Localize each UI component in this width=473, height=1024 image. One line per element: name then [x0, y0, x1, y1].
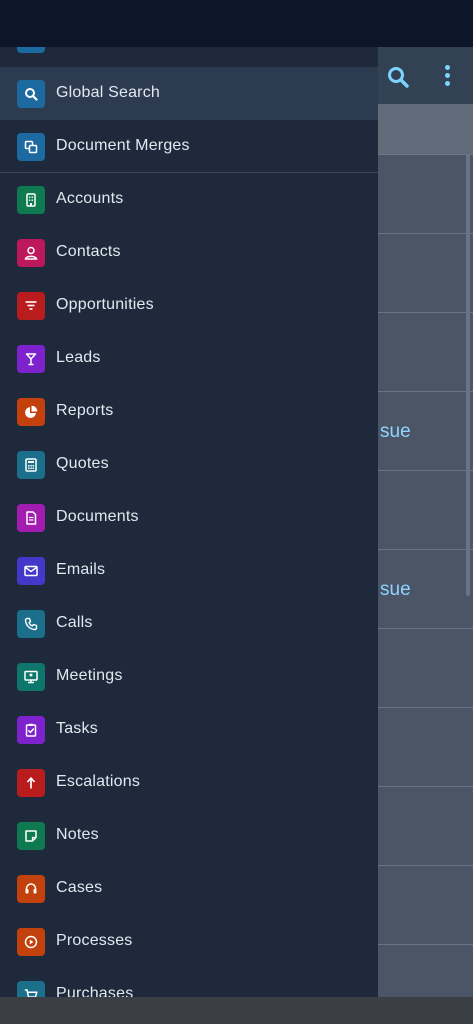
list-item[interactable]	[378, 629, 473, 708]
list-item[interactable]	[378, 787, 473, 866]
menu-item-label: Documents	[56, 508, 139, 525]
search-icon[interactable]	[386, 65, 410, 89]
envelope-icon	[17, 557, 45, 585]
menu-item-meetings[interactable]: Meetings	[0, 650, 378, 703]
menu-item-label: Opportunities	[56, 296, 154, 313]
menu-item-quotes[interactable]: Quotes	[0, 438, 378, 491]
menu-item-label: Escalations	[56, 773, 141, 790]
building-icon	[17, 186, 45, 214]
menu-item-label: Contacts	[56, 243, 121, 260]
cocktail-icon	[17, 345, 45, 373]
menu-item-notes[interactable]: Notes	[0, 809, 378, 862]
menu-item-leads[interactable]: Leads	[0, 332, 378, 385]
menu-item-label: Cases	[56, 879, 103, 896]
list-item[interactable]	[378, 155, 473, 234]
clipboard-check-icon	[17, 716, 45, 744]
menu-item-label: Purchases	[56, 985, 134, 997]
menu-item-escalations[interactable]: Escalations	[0, 756, 378, 809]
menu-item-label: Accounts	[56, 190, 124, 207]
list-item[interactable]	[378, 866, 473, 945]
menu-item-label: Reports	[56, 402, 114, 419]
document-icon	[17, 504, 45, 532]
menu-item-label: Global Search	[56, 84, 160, 101]
sticky-note-icon	[17, 822, 45, 850]
list-item-text: sue	[380, 421, 411, 442]
menu-item-accounts[interactable]: Accounts	[0, 173, 378, 226]
menu-item-label: Emails	[56, 561, 106, 578]
list-item[interactable]	[378, 234, 473, 313]
menu-item-cases[interactable]: Cases	[0, 862, 378, 915]
list-item[interactable]	[378, 708, 473, 787]
menu-item-label: Notes	[56, 826, 99, 843]
app-subheader	[378, 104, 473, 155]
menu-item-label: Processes	[56, 932, 133, 949]
presentation-icon	[17, 663, 45, 691]
pie-chart-icon	[17, 398, 45, 426]
phone-icon	[17, 610, 45, 638]
user-icon	[17, 239, 45, 267]
menu-item-label: Meetings	[56, 667, 123, 684]
scrollbar[interactable]	[466, 154, 470, 596]
menu-item-global-search[interactable]: Global Search	[0, 67, 378, 120]
menu-item-label: Document Merges	[56, 137, 190, 154]
menu-item-opportunities[interactable]: Opportunities	[0, 279, 378, 332]
arrow-up-icon	[17, 769, 45, 797]
list-item[interactable]	[378, 471, 473, 550]
calculator-icon	[17, 451, 45, 479]
navigation-drawer: Global Search Document Merges Accounts C…	[0, 47, 378, 997]
play-circle-icon	[17, 928, 45, 956]
app-header	[378, 47, 473, 104]
list-item[interactable]: sue	[378, 392, 473, 471]
cart-icon	[17, 981, 45, 997]
menu-item-tasks[interactable]: Tasks	[0, 703, 378, 756]
menu-item-processes[interactable]: Processes	[0, 915, 378, 968]
menu-item-label: Leads	[56, 349, 101, 366]
headset-icon	[17, 875, 45, 903]
list-item[interactable]: sue	[378, 550, 473, 629]
menu-item-documents[interactable]: Documents	[0, 491, 378, 544]
menu-item-label: Tasks	[56, 720, 98, 737]
search-icon	[17, 80, 45, 108]
filter-icon	[17, 292, 45, 320]
menu-item-label: Quotes	[56, 455, 109, 472]
more-options-icon[interactable]	[442, 65, 452, 89]
list-item-text: sue	[380, 579, 411, 600]
menu-item-calls[interactable]: Calls	[0, 597, 378, 650]
bottom-system-bar	[0, 997, 473, 1024]
partial-menu-icon	[17, 47, 45, 53]
copy-icon	[17, 133, 45, 161]
menu-item-purchases[interactable]: Purchases	[0, 968, 378, 997]
menu-item-label: Calls	[56, 614, 93, 631]
list-item[interactable]	[378, 313, 473, 392]
menu-item-document-merges[interactable]: Document Merges	[0, 120, 378, 173]
status-bar	[0, 0, 473, 47]
menu-item-contacts[interactable]: Contacts	[0, 226, 378, 279]
menu-item-emails[interactable]: Emails	[0, 544, 378, 597]
menu-item-reports[interactable]: Reports	[0, 385, 378, 438]
